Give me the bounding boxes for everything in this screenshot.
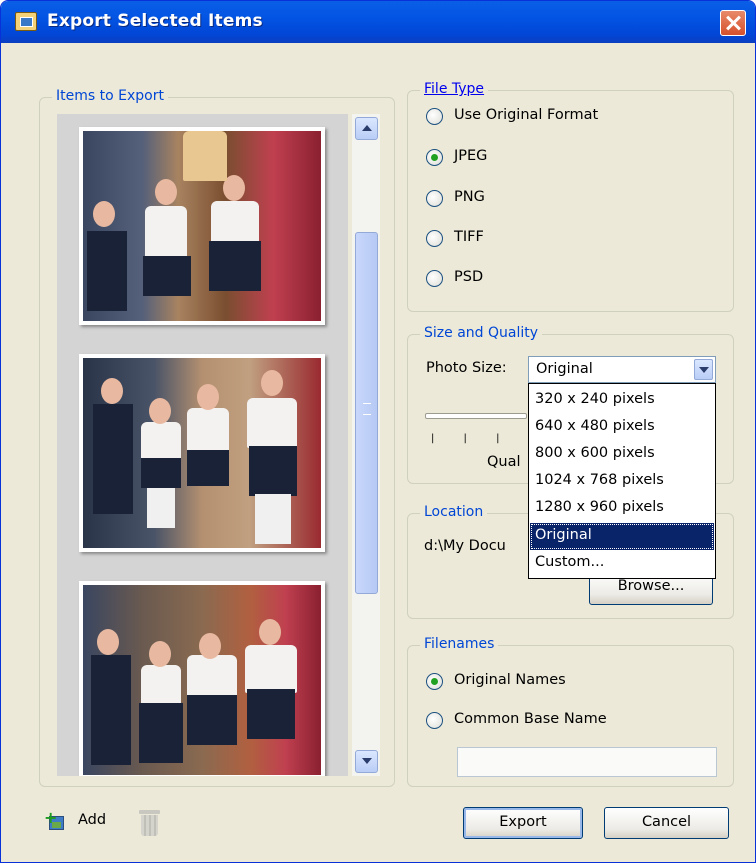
photo-thumbnail-3[interactable]: [79, 581, 325, 776]
items-to-export-legend: Items to Export: [52, 88, 168, 104]
location-legend: Location: [420, 504, 488, 520]
thumbnail-list[interactable]: [57, 114, 348, 776]
radio-label: TIFF: [454, 229, 484, 245]
option-label: 1280 x 960 pixels: [535, 499, 664, 515]
chevron-down-icon[interactable]: [694, 359, 713, 380]
quality-slider[interactable]: [425, 413, 527, 419]
radio-label: Use Original Format: [454, 107, 599, 123]
trash-icon[interactable]: [139, 810, 160, 836]
radio-label: Common Base Name: [454, 711, 607, 727]
option-label: 640 x 480 pixels: [535, 418, 655, 434]
photo-app-icon: [15, 12, 37, 31]
option-label: 1024 x 768 pixels: [535, 472, 664, 488]
option-800x600[interactable]: 800 x 600 pixels: [530, 441, 714, 468]
option-label: Original: [535, 527, 592, 543]
scroll-thumb[interactable]: [355, 232, 378, 594]
radio-circle[interactable]: [426, 190, 443, 207]
photo-size-value: Original: [536, 361, 593, 377]
add-photo-icon[interactable]: +: [44, 810, 66, 833]
option-label: 800 x 600 pixels: [535, 445, 655, 461]
size-quality-legend: Size and Quality: [420, 325, 543, 341]
radio-label: Original Names: [454, 672, 566, 688]
photo-size-select[interactable]: Original: [528, 356, 716, 383]
option-1024x768[interactable]: 1024 x 768 pixels: [530, 468, 714, 495]
photo-thumbnail-2[interactable]: [79, 354, 325, 552]
photo-thumbnail-1[interactable]: [79, 127, 325, 325]
option-1280x960[interactable]: 1280 x 960 pixels: [530, 495, 714, 522]
radio-label: PSD: [454, 269, 484, 285]
radio-circle[interactable]: [426, 149, 443, 166]
photo-size-dropdown[interactable]: 320 x 240 pixels 640 x 480 pixels 800 x …: [528, 383, 716, 579]
cancel-button[interactable]: Cancel: [604, 807, 729, 839]
option-original[interactable]: Original: [530, 523, 714, 550]
radio-circle[interactable]: [426, 230, 443, 247]
option-320x240[interactable]: 320 x 240 pixels: [530, 387, 714, 414]
location-path: d:\My Docu: [424, 538, 506, 554]
option-label: 320 x 240 pixels: [535, 391, 655, 407]
filenames-legend: Filenames: [420, 636, 499, 652]
quality-label: Qual: [487, 454, 521, 470]
thumbnail-scrollbar[interactable]: [352, 114, 380, 776]
add-button-label[interactable]: Add: [78, 812, 106, 828]
scroll-down-button[interactable]: [355, 750, 378, 773]
radio-label: PNG: [454, 189, 485, 205]
photo-size-label: Photo Size:: [426, 360, 507, 376]
window-title: Export Selected Items: [47, 11, 263, 31]
file-type-legend: File Type: [420, 81, 489, 97]
scroll-up-button[interactable]: [355, 117, 378, 140]
radio-circle[interactable]: [426, 108, 443, 125]
option-640x480[interactable]: 640 x 480 pixels: [530, 414, 714, 441]
title-bar[interactable]: Export Selected Items: [1, 1, 755, 43]
radio-circle[interactable]: [426, 712, 443, 729]
close-button[interactable]: [720, 10, 746, 36]
grip-icon: [363, 403, 371, 415]
radio-circle[interactable]: [426, 270, 443, 287]
base-name-input[interactable]: [457, 747, 717, 777]
export-button[interactable]: Export: [463, 807, 583, 839]
option-label: Custom...: [535, 554, 605, 570]
option-custom[interactable]: Custom...: [530, 550, 714, 577]
radio-circle[interactable]: [426, 673, 443, 690]
radio-label: JPEG: [454, 148, 488, 164]
export-dialog: Export Selected Items Items to Export Fi…: [0, 0, 756, 863]
